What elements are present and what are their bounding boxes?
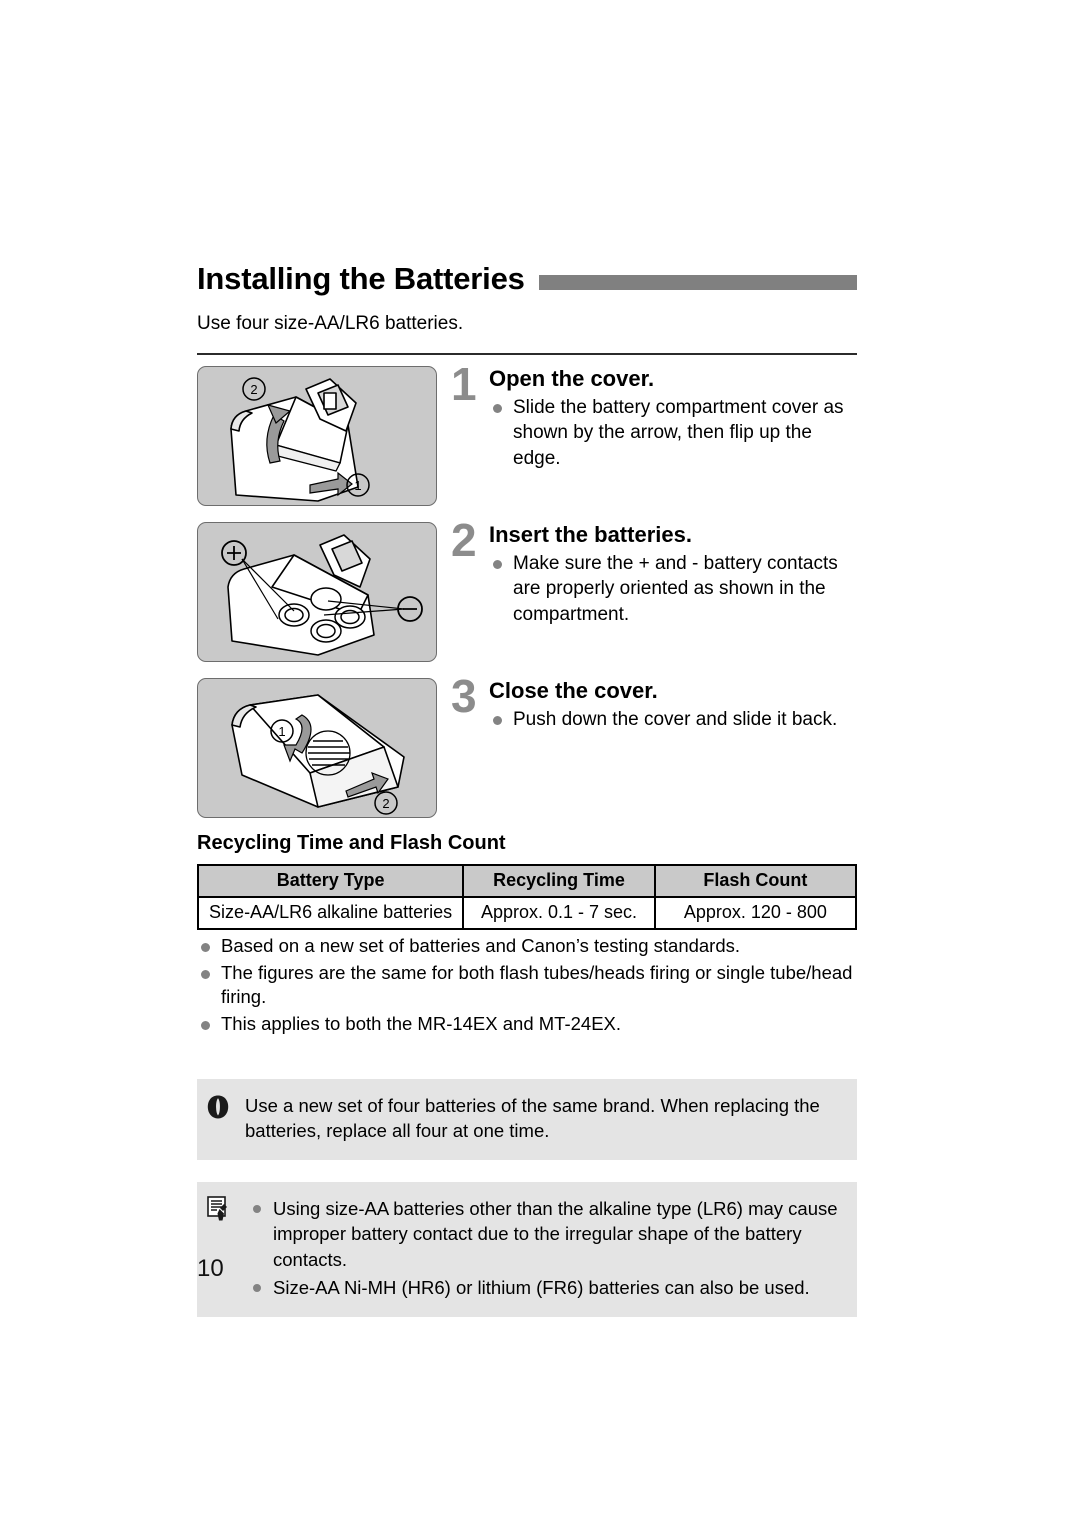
step-number: 2 — [451, 513, 477, 566]
header-accent-bar — [538, 274, 857, 290]
svg-text:1: 1 — [278, 724, 285, 739]
figure-open-cover: 1 2 — [197, 365, 437, 506]
list-item: Using size-AA batteries other than the a… — [245, 1196, 841, 1273]
step-item: 1 2 3 Close the cover. Push down the cov… — [197, 669, 857, 818]
spec-notes-list: Based on a new set of batteries and Cano… — [197, 934, 857, 1037]
recycling-time-flash-count-table: Battery Type Recycling Time Flash Count … — [196, 863, 858, 930]
page-content: Installing the Batteries Use four size-A… — [196, 261, 858, 1317]
step-item: 1 2 1 Open the cover. Slide the battery … — [197, 357, 857, 506]
page-number: 10 — [197, 1255, 224, 1282]
step-text: Insert the batteries. Make sure the + an… — [487, 522, 857, 627]
list-item: This applies to both the MR-14EX and MT-… — [197, 1012, 857, 1037]
step-number: 3 — [451, 669, 477, 722]
caution-callout: Use a new set of four batteries of the s… — [197, 1078, 857, 1160]
table-header-row: Battery Type Recycling Time Flash Count — [196, 863, 858, 898]
step-body: 1 Open the cover. Slide the battery comp… — [437, 357, 857, 471]
spec-table-heading: Recycling Time and Flash Count — [197, 831, 506, 854]
note-body: Using size-AA batteries other than the a… — [241, 1194, 841, 1301]
list-item: Size-AA Ni-MH (HR6) or lithium (FR6) bat… — [245, 1275, 841, 1301]
step-body: 2 Insert the batteries. Make sure the + … — [437, 513, 857, 627]
step-title: Open the cover. — [489, 365, 655, 391]
cell-flash-count: Approx. 120 - 800 — [653, 895, 858, 930]
column-header-recycling-time: Recycling Time — [462, 863, 656, 898]
manual-page: Installing the Batteries Use four size-A… — [0, 0, 1080, 1529]
figure-close-cover: 1 2 — [197, 677, 437, 818]
step-text: Open the cover. Slide the battery compar… — [487, 366, 857, 471]
step-title: Insert the batteries. — [489, 521, 692, 547]
note-icon — [207, 1194, 241, 1222]
list-item: Based on a new set of batteries and Cano… — [197, 934, 857, 959]
svg-text:1: 1 — [354, 478, 361, 493]
section-lead-text: Use four size-AA/LR6 batteries. — [197, 313, 464, 335]
list-item: Make sure the + and - battery contacts a… — [489, 551, 857, 627]
step-bullets: Make sure the + and - battery contacts a… — [489, 551, 857, 627]
step-bullets: Slide the battery compartment cover as s… — [489, 395, 857, 471]
svg-text:2: 2 — [250, 382, 257, 397]
step-text: Close the cover. Push down the cover and… — [487, 678, 857, 733]
note-bullets: Using size-AA batteries other than the a… — [245, 1196, 841, 1301]
table-row: Size-AA/LR6 alkaline batteries Approx. 0… — [196, 895, 858, 930]
section-header: Installing the Batteries — [197, 261, 857, 296]
page-title: Installing the Batteries — [197, 261, 525, 296]
list-item: The figures are the same for both flash … — [197, 961, 857, 1011]
steps-list: 1 2 1 Open the cover. Slide the battery … — [197, 357, 857, 818]
column-header-battery-type: Battery Type — [196, 863, 465, 898]
caution-text: Use a new set of four batteries of the s… — [245, 1094, 820, 1142]
caution-icon — [207, 1093, 241, 1119]
step-item: 2 Insert the batteries. Make sure the + … — [197, 513, 857, 662]
note-callout: Using size-AA batteries other than the a… — [197, 1181, 857, 1317]
step-title: Close the cover. — [489, 677, 658, 703]
list-item: Slide the battery compartment cover as s… — [489, 395, 857, 471]
step-body: 3 Close the cover. Push down the cover a… — [437, 669, 857, 733]
step-bullets: Push down the cover and slide it back. — [489, 707, 857, 732]
svg-text:2: 2 — [382, 796, 389, 811]
step-number: 1 — [451, 357, 477, 410]
caution-body: Use a new set of four batteries of the s… — [241, 1093, 841, 1144]
cell-recycling-time: Approx. 0.1 - 7 sec. — [462, 895, 656, 930]
header-divider — [197, 352, 857, 355]
cell-battery-type: Size-AA/LR6 alkaline batteries — [196, 895, 465, 930]
column-header-flash-count: Flash Count — [653, 863, 858, 898]
list-item: Push down the cover and slide it back. — [489, 707, 857, 732]
figure-insert-batteries — [197, 521, 437, 662]
